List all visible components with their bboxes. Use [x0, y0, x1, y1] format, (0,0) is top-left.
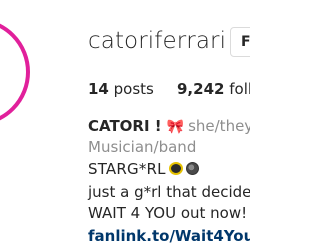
posts-stat[interactable]: 14 posts	[88, 80, 154, 98]
followers-stat[interactable]: 9,242 followers	[177, 80, 250, 98]
posts-count: 14	[88, 80, 109, 98]
bat-icon	[168, 162, 183, 175]
new-moon-icon	[185, 162, 199, 175]
profile-avatar[interactable]	[0, 18, 30, 126]
profile-full-name: CATORI ! 🎀 she/they	[88, 117, 250, 135]
profile-header: catoriferrari Follow 14 posts 9,242 foll…	[0, 0, 250, 250]
ribbon-icon: 🎀	[166, 119, 185, 135]
bio-link[interactable]: fanlink.to/Wait4You	[88, 227, 250, 245]
profile-username: catoriferrari	[88, 28, 227, 54]
profile-category: Musician/band	[88, 138, 197, 156]
bio-line-2: just a g*rl that decided to	[88, 183, 250, 201]
bio-line-1: STARG*RL	[88, 160, 199, 178]
full-name-text: CATORI !	[88, 117, 162, 135]
bio-line-1-text: STARG*RL	[88, 160, 166, 178]
posts-label: posts	[113, 80, 154, 98]
pronouns: she/they	[188, 117, 250, 135]
follow-button[interactable]: Follow	[230, 27, 250, 57]
followers-label: followers	[229, 80, 250, 98]
followers-count: 9,242	[177, 80, 225, 98]
bio-line-3: WAIT 4 YOU out now!	[88, 204, 248, 222]
